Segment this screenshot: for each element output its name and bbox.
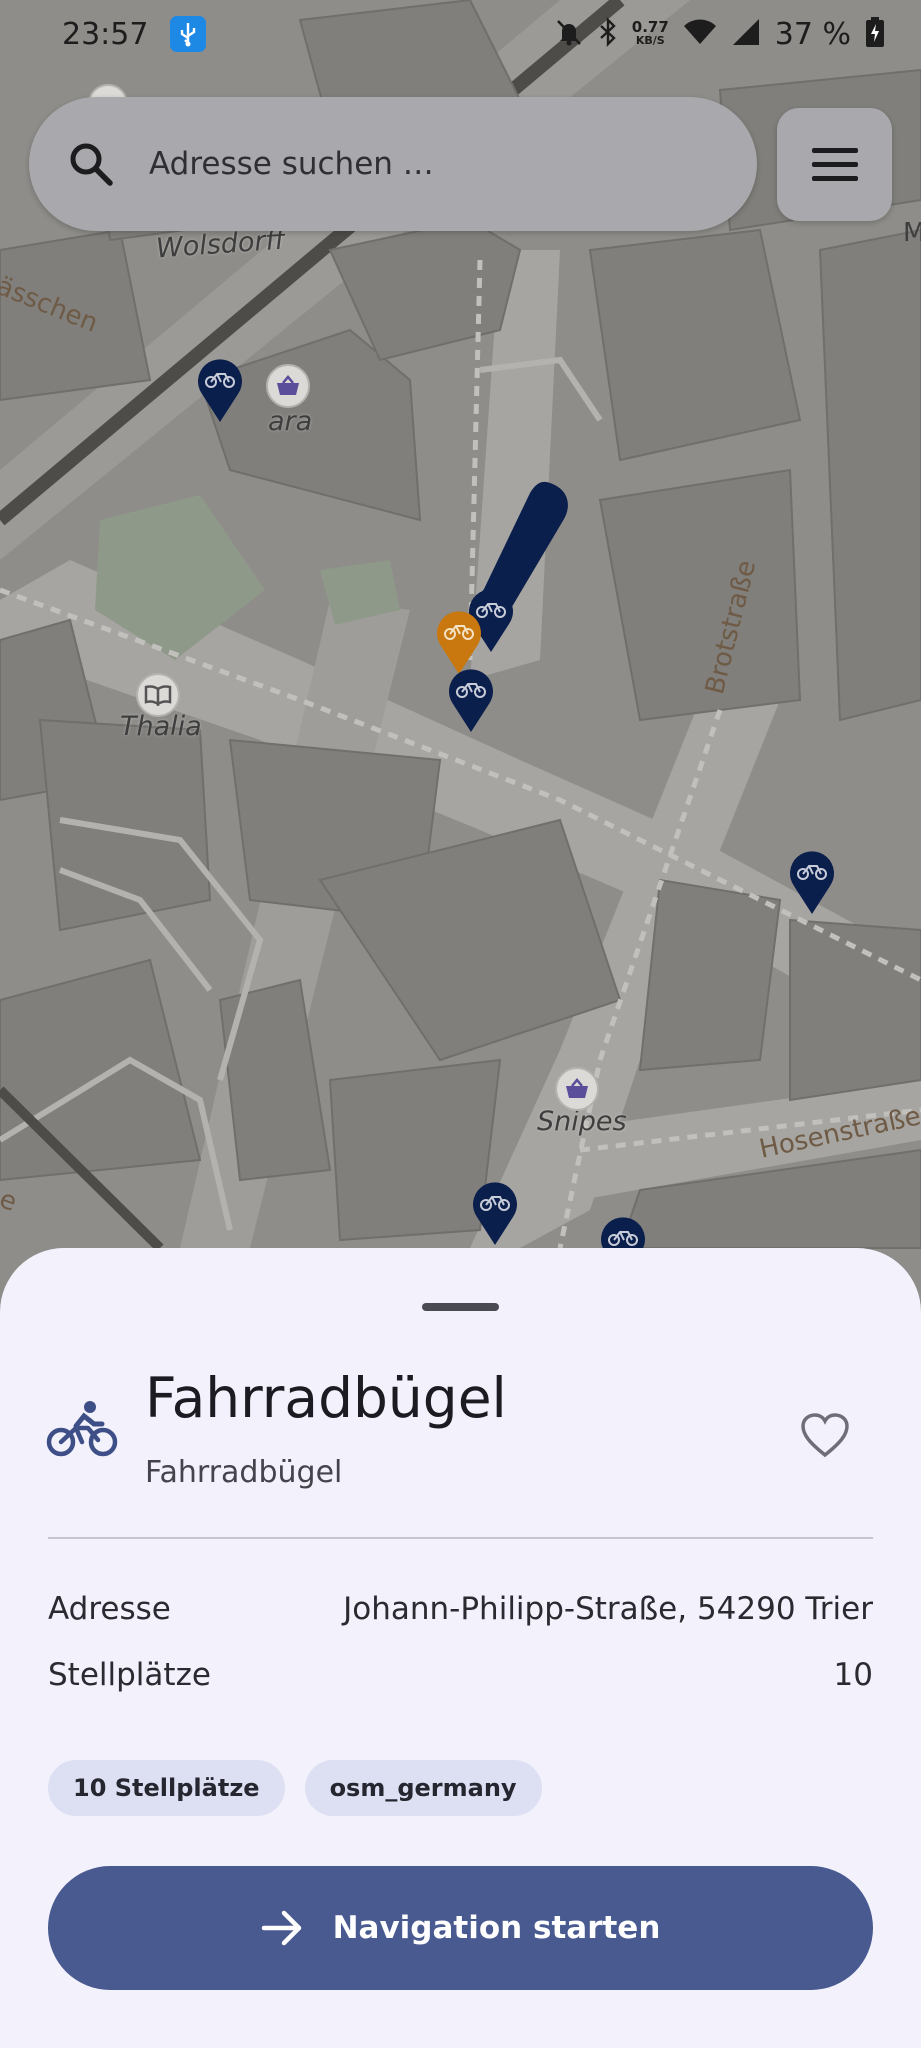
bicycle-icon — [46, 1401, 118, 1457]
status-right: 0.77 KB/S 37 % — [554, 16, 885, 52]
arrow-right-icon — [261, 1910, 301, 1946]
place-details-sheet[interactable]: Fahrradbügel Fahrradbügel Adresse Johann… — [0, 1248, 921, 2048]
shopping-basket-icon[interactable] — [555, 1067, 599, 1111]
start-navigation-label: Navigation starten — [332, 1910, 661, 1946]
network-speed: 0.77 KB/S — [632, 20, 669, 48]
map-label-ara: ara — [268, 406, 313, 437]
status-time: 23:57 — [62, 16, 149, 52]
place-subtitle: Fahrradbügel — [145, 1455, 343, 1490]
battery-percent: 37 % — [774, 16, 851, 52]
search-input[interactable] — [147, 145, 671, 183]
start-navigation-button[interactable]: Navigation starten — [48, 1866, 873, 1990]
battery-charging-icon — [865, 16, 885, 52]
divider — [48, 1537, 873, 1539]
usb-icon — [170, 16, 207, 52]
search-bar[interactable] — [29, 97, 757, 231]
address-label: Adresse — [48, 1591, 171, 1627]
place-title: Fahrradbügel — [145, 1366, 507, 1430]
map-label-edge-m: M — [903, 218, 921, 248]
shopping-basket-icon[interactable] — [266, 364, 310, 408]
network-speed-unit: KB/S — [635, 34, 665, 47]
bike-parking-pin[interactable] — [195, 354, 245, 424]
cell-signal-icon — [731, 17, 761, 51]
book-icon[interactable] — [136, 673, 180, 717]
heart-outline-icon — [801, 1413, 849, 1458]
menu-button[interactable] — [777, 108, 892, 221]
favorite-button[interactable] — [795, 1408, 855, 1464]
address-value: Johann-Philipp-Straße, 54290 Trier — [343, 1591, 873, 1627]
parking-spaces-label: Stellplätze — [48, 1657, 211, 1693]
chip-capacity[interactable]: 10 Stellplätze — [48, 1760, 285, 1816]
address-row: Adresse Johann-Philipp-Straße, 54290 Tri… — [48, 1591, 873, 1627]
bike-parking-pin[interactable] — [446, 664, 496, 734]
bike-parking-pin[interactable] — [787, 846, 837, 916]
sheet-drag-handle[interactable] — [422, 1303, 499, 1311]
search-icon[interactable] — [65, 138, 117, 190]
mute-bell-icon — [554, 17, 584, 51]
hamburger-menu-icon — [811, 147, 858, 181]
chip-source[interactable]: osm_germany — [304, 1760, 542, 1816]
bluetooth-icon — [598, 17, 618, 51]
status-left: 23:57 — [62, 16, 207, 52]
map-label-snipes: Snipes — [537, 1106, 627, 1137]
parking-spaces-row: Stellplätze 10 — [48, 1657, 873, 1693]
status-bar: 23:57 0.77 KB/S 37 % — [0, 0, 921, 68]
wifi-icon — [683, 18, 717, 50]
tag-chips: 10 Stellplätze osm_germany — [48, 1760, 542, 1816]
parking-spaces-value: 10 — [833, 1657, 873, 1693]
network-speed-value: 0.77 — [631, 18, 669, 36]
bike-parking-pin[interactable] — [470, 1177, 520, 1247]
